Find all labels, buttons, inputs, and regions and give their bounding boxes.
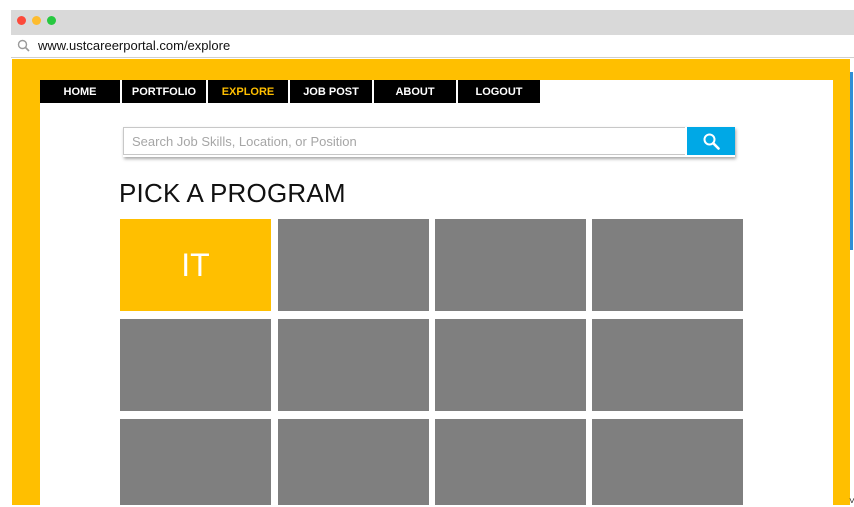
nav-explore[interactable]: EXPLORE bbox=[208, 80, 288, 103]
program-tile[interactable] bbox=[435, 419, 586, 505]
program-tile[interactable] bbox=[592, 419, 743, 505]
close-window-button[interactable] bbox=[17, 16, 26, 25]
program-tile[interactable] bbox=[278, 319, 429, 411]
program-tile-it[interactable]: IT bbox=[120, 219, 271, 311]
search-button[interactable] bbox=[687, 127, 735, 155]
search-icon bbox=[17, 39, 30, 52]
program-tile[interactable] bbox=[278, 219, 429, 311]
program-tile[interactable] bbox=[435, 319, 586, 411]
browser-titlebar bbox=[11, 10, 854, 35]
search-icon bbox=[703, 133, 720, 150]
program-tile-label: IT bbox=[181, 246, 210, 283]
page-title: PICK A PROGRAM bbox=[119, 178, 346, 208]
scrollbar[interactable] bbox=[850, 72, 853, 250]
nav-about[interactable]: ABOUT bbox=[374, 80, 456, 103]
maximize-window-button[interactable] bbox=[47, 16, 56, 25]
program-tile[interactable] bbox=[120, 319, 271, 411]
program-tile[interactable] bbox=[278, 419, 429, 505]
program-tile[interactable] bbox=[435, 219, 586, 311]
nav-portfolio[interactable]: PORTFOLIO bbox=[122, 80, 206, 103]
main-nav: HOME PORTFOLIO EXPLORE JOB POST ABOUT LO… bbox=[40, 80, 542, 103]
url-text[interactable]: www.ustcareerportal.com/explore bbox=[38, 38, 230, 53]
program-tile[interactable] bbox=[592, 219, 743, 311]
search-input[interactable] bbox=[123, 127, 685, 155]
program-tile[interactable] bbox=[592, 319, 743, 411]
nav-home[interactable]: HOME bbox=[40, 80, 120, 103]
minimize-window-button[interactable] bbox=[32, 16, 41, 25]
nav-logout[interactable]: LOGOUT bbox=[458, 80, 540, 103]
scroll-down-indicator: ˅ bbox=[849, 496, 854, 507]
program-tile[interactable] bbox=[120, 419, 271, 505]
nav-job-post[interactable]: JOB POST bbox=[290, 80, 372, 103]
search-bar bbox=[123, 127, 735, 157]
address-bar[interactable]: www.ustcareerportal.com/explore bbox=[11, 35, 854, 58]
